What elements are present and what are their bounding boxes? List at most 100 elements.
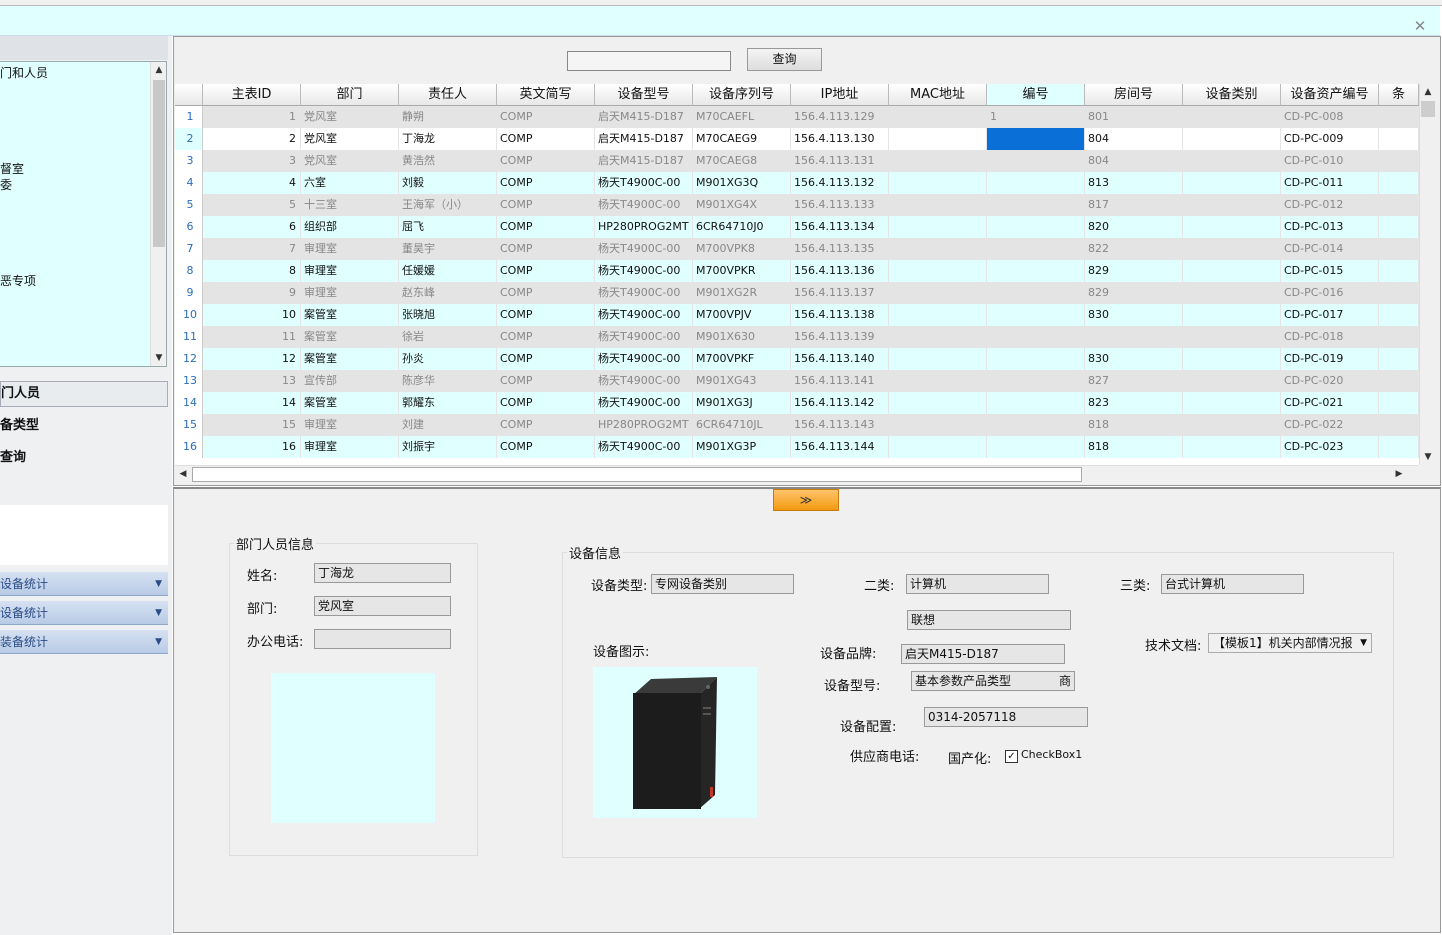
- table-cell[interactable]: COMP: [497, 238, 595, 260]
- table-cell[interactable]: 启天M415-D187: [595, 150, 693, 172]
- row-number[interactable]: 14: [175, 392, 203, 414]
- table-cell[interactable]: 15: [203, 414, 301, 436]
- table-cell[interactable]: [987, 370, 1085, 392]
- nav-device-type[interactable]: 备类型: [0, 414, 168, 440]
- table-cell[interactable]: [987, 194, 1085, 216]
- table-cell[interactable]: 156.4.113.143: [791, 414, 889, 436]
- table-row[interactable]: 11 11 案管室 徐岩 COMP 杨天T4900C-00 M901X630 156.4.11…: [175, 326, 1420, 348]
- table-cell[interactable]: 156.4.113.136: [791, 260, 889, 282]
- grid-horizontal-scrollbar[interactable]: ◀ ▶: [175, 465, 1419, 482]
- table-cell[interactable]: COMP: [497, 348, 595, 370]
- class3-field[interactable]: 台式计算机: [1161, 574, 1304, 594]
- table-cell[interactable]: [889, 216, 987, 238]
- table-cell[interactable]: [987, 282, 1085, 304]
- table-cell[interactable]: COMP: [497, 260, 595, 282]
- table-cell[interactable]: 案管室: [301, 326, 399, 348]
- table-cell[interactable]: M901XG3Q: [693, 172, 791, 194]
- column-header[interactable]: MAC地址: [889, 84, 987, 106]
- table-cell[interactable]: CD-PC-017: [1281, 304, 1379, 326]
- table-row[interactable]: 1 1 党风室 静朔 COMP 启天M415-D187 M70CAEFL 156.4.113.…: [175, 106, 1420, 128]
- table-cell[interactable]: 4: [203, 172, 301, 194]
- table-cell[interactable]: 审理室: [301, 238, 399, 260]
- config-field[interactable]: 0314-2057118: [924, 707, 1088, 727]
- table-cell[interactable]: M901XG2R: [693, 282, 791, 304]
- stat-bar-3[interactable]: 装备统计 ▼: [0, 630, 168, 654]
- table-cell[interactable]: 8: [203, 260, 301, 282]
- table-cell[interactable]: 6: [203, 216, 301, 238]
- table-cell[interactable]: CD-PC-018: [1281, 326, 1379, 348]
- table-cell[interactable]: 审理室: [301, 414, 399, 436]
- table-cell[interactable]: COMP: [497, 150, 595, 172]
- table-cell[interactable]: 156.4.113.140: [791, 348, 889, 370]
- table-cell[interactable]: COMP: [497, 106, 595, 128]
- column-header[interactable]: 房间号: [1085, 84, 1183, 106]
- table-cell[interactable]: [987, 128, 1085, 150]
- table-cell[interactable]: [889, 106, 987, 128]
- vendor-field[interactable]: 联想: [907, 610, 1071, 630]
- table-cell[interactable]: [889, 260, 987, 282]
- table-cell[interactable]: 3: [203, 150, 301, 172]
- table-cell[interactable]: 156.4.113.144: [791, 436, 889, 458]
- table-cell[interactable]: [1183, 392, 1281, 414]
- table-cell[interactable]: 804: [1085, 150, 1183, 172]
- table-cell[interactable]: [1379, 238, 1419, 260]
- column-header[interactable]: 编号: [987, 84, 1085, 106]
- table-cell[interactable]: 刘建: [399, 414, 497, 436]
- table-cell[interactable]: 12: [203, 348, 301, 370]
- row-number[interactable]: 9: [175, 282, 203, 304]
- table-cell[interactable]: [889, 392, 987, 414]
- table-cell[interactable]: 案管室: [301, 392, 399, 414]
- table-cell[interactable]: 刘毅: [399, 172, 497, 194]
- table-cell[interactable]: COMP: [497, 172, 595, 194]
- table-cell[interactable]: 830: [1085, 348, 1183, 370]
- row-number[interactable]: 15: [175, 414, 203, 436]
- table-cell[interactable]: 杨天T4900C-00: [595, 326, 693, 348]
- collapse-button[interactable]: ≫: [773, 489, 839, 511]
- table-cell[interactable]: 1: [987, 106, 1085, 128]
- table-cell[interactable]: 6CR64710JL: [693, 414, 791, 436]
- table-cell[interactable]: 刘振宇: [399, 436, 497, 458]
- table-cell[interactable]: [1379, 106, 1419, 128]
- table-cell[interactable]: 杨天T4900C-00: [595, 194, 693, 216]
- column-header[interactable]: 主表ID: [203, 84, 301, 106]
- table-cell[interactable]: 宣传部: [301, 370, 399, 392]
- table-row[interactable]: 13 13 宣传部 陈彦华 COMP 杨天T4900C-00 M901XG43 156.4.1…: [175, 370, 1420, 392]
- table-cell[interactable]: [1379, 326, 1419, 348]
- table-cell[interactable]: 156.4.113.142: [791, 392, 889, 414]
- table-cell[interactable]: 郭耀东: [399, 392, 497, 414]
- row-number[interactable]: 2: [175, 128, 203, 150]
- table-cell[interactable]: M700VPKR: [693, 260, 791, 282]
- table-cell[interactable]: 王海军（小）: [399, 194, 497, 216]
- table-cell[interactable]: 827: [1085, 370, 1183, 392]
- row-number[interactable]: 10: [175, 304, 203, 326]
- brand-field[interactable]: 启天M415-D187: [901, 644, 1065, 664]
- nav-dept-people[interactable]: 门人员: [0, 381, 168, 407]
- table-cell[interactable]: [889, 436, 987, 458]
- table-row[interactable]: 5 5 十三室 王海军（小） COMP 杨天T4900C-00 M901XG4X 156.4.…: [175, 194, 1420, 216]
- table-cell[interactable]: M700VPJV: [693, 304, 791, 326]
- table-cell[interactable]: 组织部: [301, 216, 399, 238]
- table-cell[interactable]: 审理室: [301, 436, 399, 458]
- table-cell[interactable]: 156.4.113.134: [791, 216, 889, 238]
- table-cell[interactable]: 156.4.113.132: [791, 172, 889, 194]
- table-cell[interactable]: 801: [1085, 106, 1183, 128]
- table-cell[interactable]: 2: [203, 128, 301, 150]
- scroll-up-icon[interactable]: ▲: [1420, 84, 1436, 100]
- table-cell[interactable]: M70CAEG8: [693, 150, 791, 172]
- table-cell[interactable]: 818: [1085, 436, 1183, 458]
- table-cell[interactable]: 156.4.113.135: [791, 238, 889, 260]
- table-cell[interactable]: CD-PC-009: [1281, 128, 1379, 150]
- table-cell[interactable]: 杨天T4900C-00: [595, 260, 693, 282]
- dept-field[interactable]: 党风室: [314, 596, 451, 616]
- table-cell[interactable]: [889, 348, 987, 370]
- table-cell[interactable]: 156.4.113.131: [791, 150, 889, 172]
- table-cell[interactable]: [987, 216, 1085, 238]
- table-cell[interactable]: [889, 282, 987, 304]
- table-cell[interactable]: [889, 128, 987, 150]
- data-grid[interactable]: 主表ID 部门 责任人 英文简写 设备型号 设备序列号 IP地址 MAC地址 编号 房间号 设备类别…: [175, 84, 1420, 466]
- table-cell[interactable]: CD-PC-011: [1281, 172, 1379, 194]
- stat-bar-2[interactable]: 设备统计 ▼: [0, 601, 168, 625]
- tree-item[interactable]: 委: [0, 176, 12, 193]
- table-cell[interactable]: [987, 150, 1085, 172]
- column-header[interactable]: 设备类别: [1183, 84, 1281, 106]
